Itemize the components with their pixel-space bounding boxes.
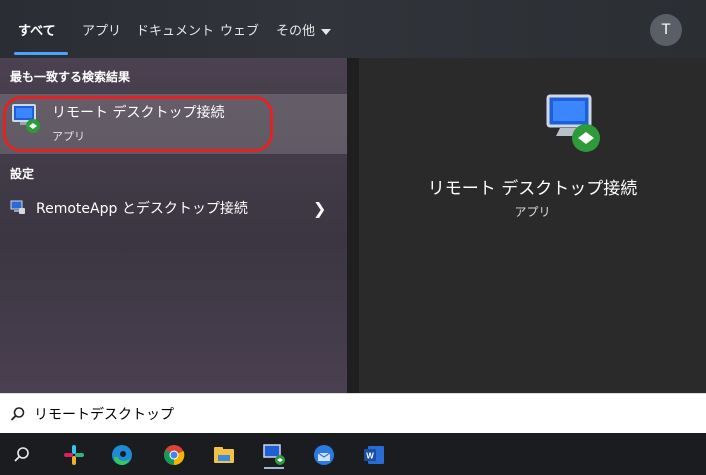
- remote-desktop-icon: [12, 104, 40, 133]
- taskbar-remote-desktop[interactable]: [260, 441, 288, 469]
- svg-text:W: W: [366, 452, 374, 461]
- settings-header: 設定: [10, 167, 35, 181]
- taskbar-outlook[interactable]: [310, 441, 338, 469]
- detail-panel-bg: リモート デスクトップ接続 アプリ: [347, 58, 706, 393]
- slack-icon: [64, 445, 84, 465]
- remote-desktop-icon: [263, 444, 285, 465]
- settings-item-remoteapp[interactable]: RemoteApp とデスクトップ接続 ❯: [0, 192, 347, 222]
- word-icon: W: [364, 446, 384, 464]
- tab-more-label: その他: [276, 24, 316, 39]
- best-match-subtitle: アプリ: [52, 130, 85, 143]
- taskbar: W: [0, 433, 706, 475]
- detail-panel: リモート デスクトップ接続 アプリ: [359, 58, 706, 393]
- edge-icon: [112, 445, 132, 465]
- taskbar-edge[interactable]: [108, 441, 136, 469]
- detail-title: リモート デスクトップ接続: [427, 179, 638, 199]
- taskbar-chrome[interactable]: [160, 441, 188, 469]
- detail-subtitle: アプリ: [514, 205, 551, 219]
- results-panel: 最も一致する検索結果 リモート デスクトップ接続 アプリ 設定 RemoteAp…: [0, 58, 347, 393]
- tab-documents[interactable]: ドキュメント: [136, 20, 214, 39]
- search-box[interactable]: リモートデスクトップ: [0, 393, 706, 434]
- chrome-icon: [164, 445, 185, 466]
- settings-item-label: RemoteApp とデスクトップ接続: [36, 201, 248, 217]
- best-match-title: リモート デスクトップ接続: [52, 105, 225, 121]
- avatar[interactable]: T: [650, 14, 682, 46]
- best-match-header: 最も一致する検索結果: [10, 70, 131, 84]
- active-tab-indicator: [14, 52, 68, 55]
- file-explorer-icon: [214, 447, 234, 463]
- tab-web[interactable]: ウェブ: [220, 20, 259, 39]
- remote-desktop-icon-large: [546, 94, 600, 152]
- taskbar-search-button[interactable]: [8, 441, 36, 469]
- search-icon: [14, 447, 29, 462]
- search-icon: [10, 407, 25, 421]
- running-indicator: [264, 467, 284, 469]
- search-input[interactable]: リモートデスクトップ: [34, 404, 174, 424]
- tab-all[interactable]: すべて: [18, 20, 56, 39]
- chevron-down-icon: [321, 28, 332, 35]
- outlook-icon: [314, 445, 334, 465]
- tab-more[interactable]: その他: [276, 20, 332, 39]
- taskbar-slack[interactable]: [60, 441, 88, 469]
- search-tabs-bar: すべて アプリ ドキュメント ウェブ その他 T: [0, 0, 706, 58]
- chevron-right-icon[interactable]: ❯: [313, 199, 326, 218]
- taskbar-file-explorer[interactable]: [210, 441, 238, 469]
- taskbar-word[interactable]: W: [360, 441, 388, 469]
- tab-apps[interactable]: アプリ: [82, 20, 121, 39]
- remoteapp-icon: [10, 200, 25, 214]
